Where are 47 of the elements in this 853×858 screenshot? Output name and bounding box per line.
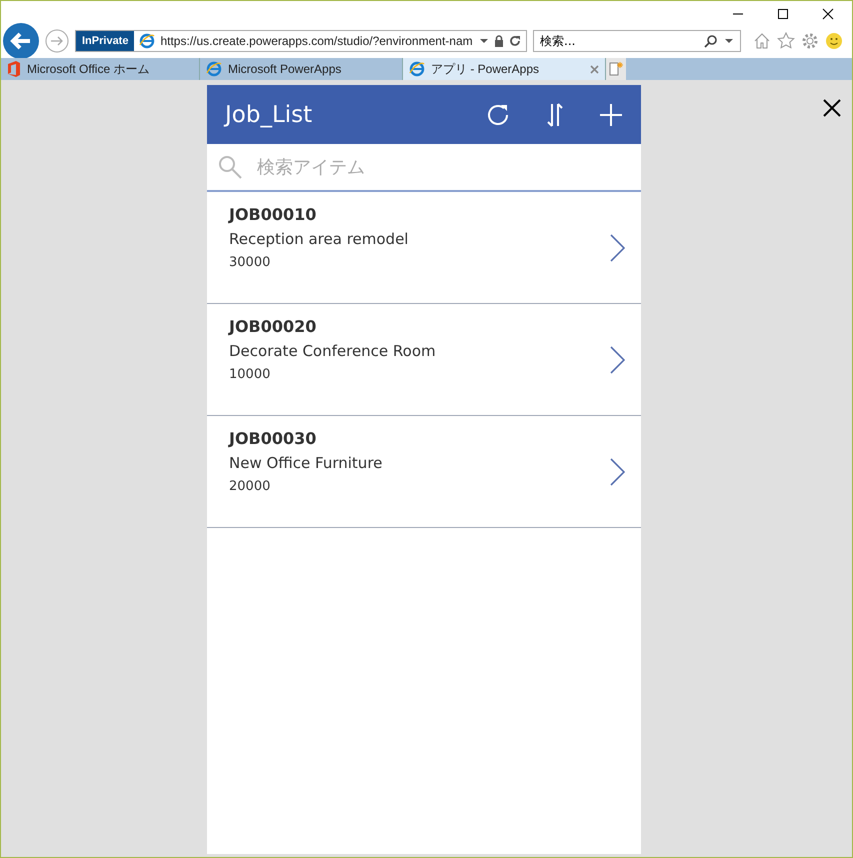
job-name: Decorate Conference Room <box>229 341 437 362</box>
job-amount: 10000 <box>229 366 272 384</box>
chevron-right-icon[interactable] <box>609 458 625 486</box>
new-tab-icon <box>608 61 624 77</box>
job-amount: 20000 <box>229 478 272 496</box>
lock-icon <box>494 35 504 47</box>
chevron-right-icon[interactable] <box>609 346 625 374</box>
list-item[interactable]: JOB00030 New Office Furniture 20000 <box>207 416 641 528</box>
app-title: Job_List <box>225 102 314 128</box>
ie-icon <box>409 61 425 77</box>
browser-search-field[interactable]: 検索... <box>533 30 741 52</box>
maximize-icon[interactable] <box>777 8 789 20</box>
list-item[interactable]: JOB00010 Reception area remodel 30000 <box>207 192 641 304</box>
job-amount: 30000 <box>229 254 272 272</box>
tab-title: Microsoft Office ホーム <box>27 60 150 78</box>
ie-icon <box>206 61 222 77</box>
search-icon <box>704 34 718 48</box>
job-id: JOB00030 <box>229 428 318 450</box>
dropdown-icon[interactable] <box>724 37 734 45</box>
tab-title: アプリ - PowerApps <box>431 60 540 78</box>
close-icon[interactable] <box>822 8 834 20</box>
close-icon[interactable] <box>823 99 841 117</box>
address-bar[interactable]: InPrivate https://us.create.powerapps.com/studio/?environment-nam <box>75 30 527 52</box>
job-name: Reception area remodel <box>229 229 410 250</box>
refresh-icon[interactable] <box>509 35 521 47</box>
address-text: https://us.create.powerapps.com/studio/?environment-nam <box>160 34 474 48</box>
add-icon[interactable] <box>599 102 623 126</box>
browser-tab[interactable]: アプリ - PowerApps <box>403 58 606 80</box>
smiley-icon[interactable] <box>825 32 843 50</box>
chevron-right-icon[interactable] <box>609 234 625 262</box>
job-id: JOB00010 <box>229 204 318 226</box>
settings-icon[interactable] <box>801 32 819 50</box>
dropdown-icon[interactable] <box>479 37 489 45</box>
search-icon <box>217 154 243 180</box>
job-id: JOB00020 <box>229 316 318 338</box>
close-tab-icon[interactable] <box>590 64 599 74</box>
list-item[interactable]: JOB00020 Decorate Conference Room 10000 <box>207 304 641 416</box>
ie-icon <box>139 33 156 49</box>
back-button[interactable] <box>3 23 39 59</box>
new-tab-button[interactable] <box>606 58 626 80</box>
job-name: New Office Furniture <box>229 453 384 474</box>
star-icon[interactable] <box>777 32 795 50</box>
tab-title: Microsoft PowerApps <box>228 62 342 76</box>
home-icon[interactable] <box>753 32 771 50</box>
office-icon <box>7 61 21 77</box>
inprivate-badge: InPrivate <box>76 31 134 51</box>
sort-icon[interactable] <box>545 102 565 128</box>
